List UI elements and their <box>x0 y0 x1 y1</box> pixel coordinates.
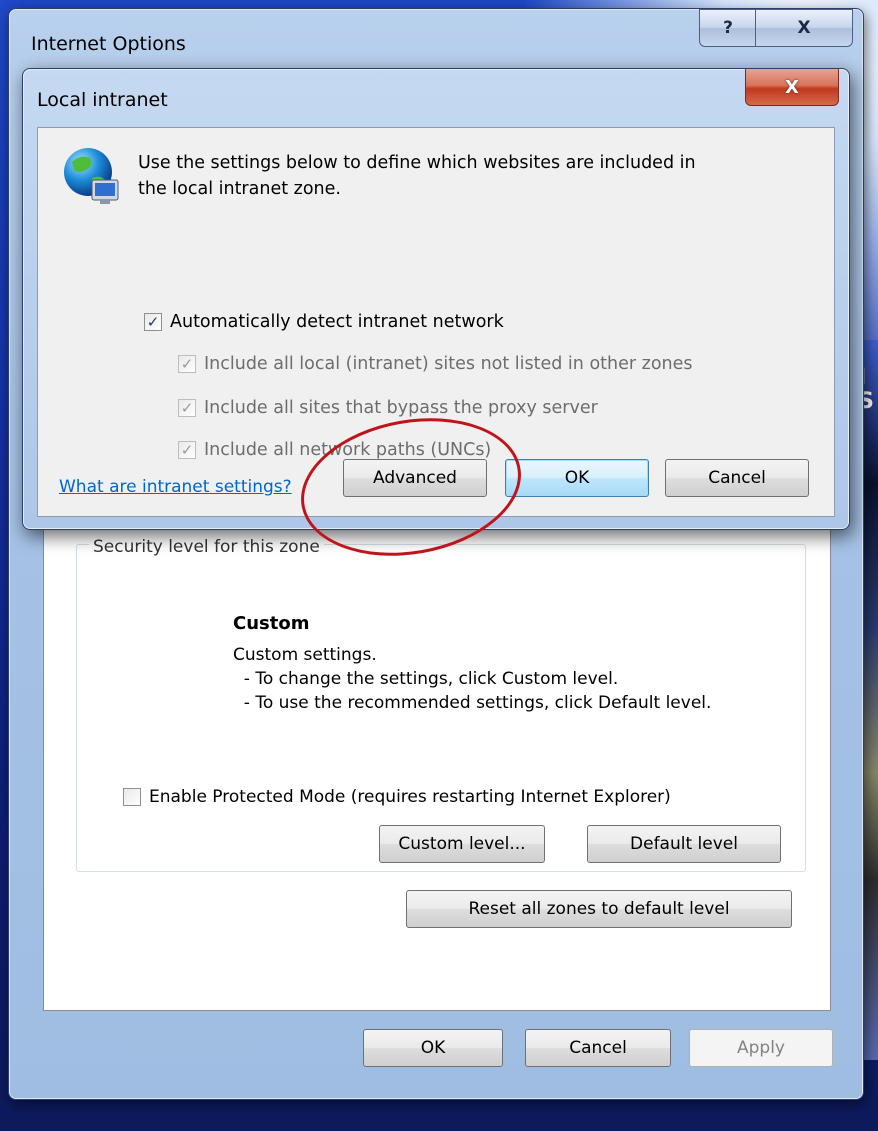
local-intranet-dialog: Local intranet X Use the settings below … <box>22 68 850 530</box>
bypass-proxy-option[interactable]: ✓ Include all sites that bypass the prox… <box>178 398 598 418</box>
security-tab-panel: Security level for this zone Custom Cust… <box>43 529 831 1011</box>
protected-mode-option[interactable]: Enable Protected Mode (requires restarti… <box>123 787 671 807</box>
dialog-title: Local intranet <box>37 89 168 111</box>
auto-detect-label: Automatically detect intranet network <box>170 312 504 332</box>
security-level-title: Custom <box>233 613 310 634</box>
custom-level-button[interactable]: Custom level... <box>379 825 545 863</box>
network-paths-checkbox[interactable]: ✓ <box>178 441 196 459</box>
network-paths-option[interactable]: ✓ Include all network paths (UNCs) <box>178 440 491 460</box>
window-title: Internet Options <box>31 33 186 55</box>
network-paths-label: Include all network paths (UNCs) <box>204 440 492 460</box>
cancel-button[interactable]: Cancel <box>525 1029 671 1067</box>
auto-detect-checkbox[interactable]: ✓ <box>144 313 162 331</box>
default-level-button[interactable]: Default level <box>587 825 781 863</box>
network-globe-icon <box>64 148 119 204</box>
intranet-settings-help-link[interactable]: What are intranet settings? <box>59 477 292 497</box>
apply-button[interactable]: Apply <box>689 1029 833 1067</box>
protected-mode-checkbox[interactable] <box>123 788 141 806</box>
group-label: Security level for this zone <box>89 537 324 557</box>
bypass-proxy-checkbox[interactable]: ✓ <box>178 399 196 417</box>
auto-detect-option[interactable]: ✓ Automatically detect intranet network <box>144 312 504 332</box>
local-sites-option[interactable]: ✓ Include all local (intranet) sites not… <box>178 354 693 374</box>
security-level-group: Security level for this zone Custom Cust… <box>76 537 806 872</box>
cancel-button[interactable]: Cancel <box>665 459 809 497</box>
bypass-proxy-label: Include all sites that bypass the proxy … <box>204 398 598 418</box>
advanced-button[interactable]: Advanced <box>343 459 487 497</box>
ok-button[interactable]: OK <box>505 459 649 497</box>
close-button[interactable]: X <box>755 9 853 47</box>
help-button[interactable]: ? <box>699 9 757 47</box>
protected-mode-label: Enable Protected Mode (requires restarti… <box>149 787 671 807</box>
reset-all-zones-button[interactable]: Reset all zones to default level <box>406 890 792 928</box>
local-sites-label: Include all local (intranet) sites not l… <box>204 354 693 374</box>
security-level-description: Custom settings. - To change the setting… <box>233 645 712 713</box>
close-icon[interactable]: X <box>745 69 839 106</box>
intro-text: Use the settings below to define which w… <box>138 153 696 199</box>
ok-button[interactable]: OK <box>363 1029 503 1067</box>
local-sites-checkbox[interactable]: ✓ <box>178 355 196 373</box>
